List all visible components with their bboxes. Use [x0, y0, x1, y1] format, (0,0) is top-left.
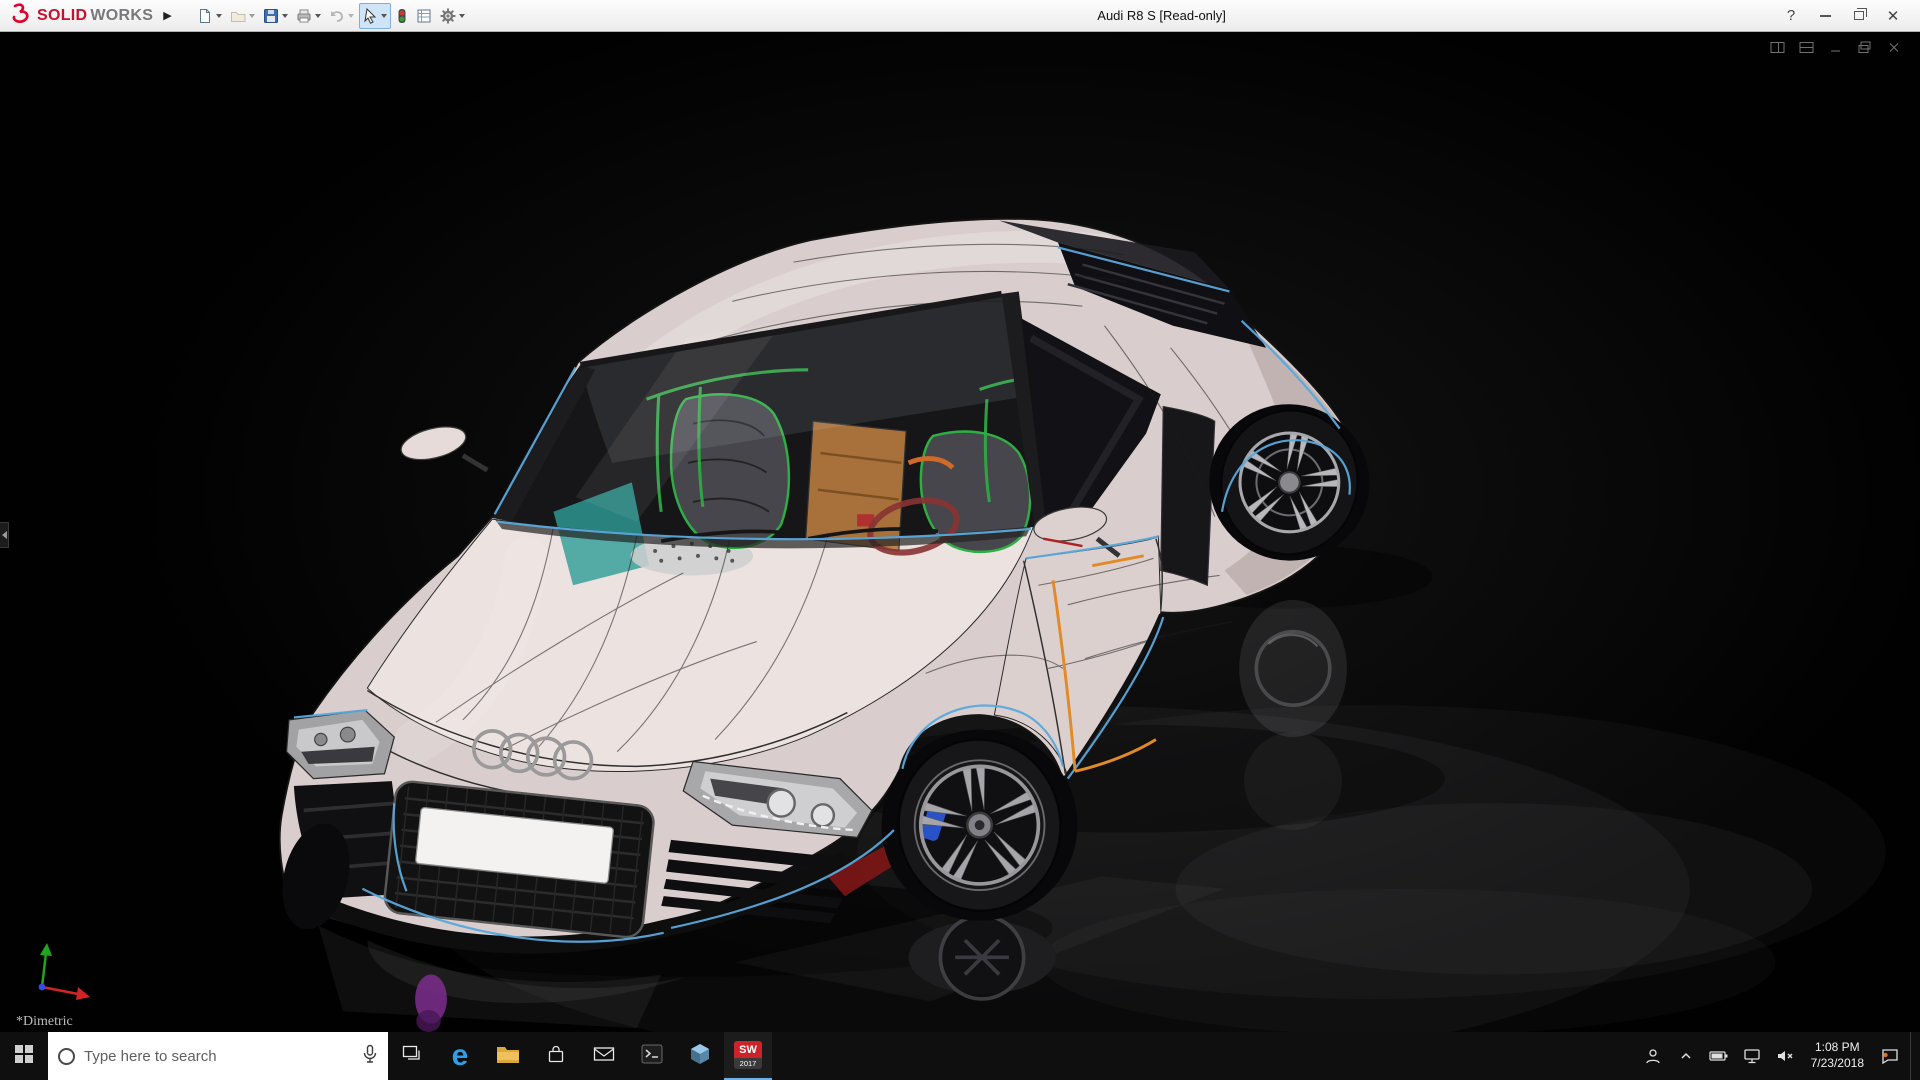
windows-logo-icon — [15, 1044, 33, 1068]
store-bag-icon — [546, 1044, 566, 1069]
open-button[interactable] — [227, 3, 258, 29]
doc-close-button[interactable] — [1884, 39, 1904, 55]
reference-triad — [26, 937, 98, 1006]
task-view-button[interactable] — [388, 1032, 436, 1080]
side-mirror-left — [400, 426, 489, 473]
network-icon[interactable] — [1739, 1036, 1765, 1076]
desktop: { "titlebar": { "brand": { "solid": "SOL… — [0, 0, 1920, 1080]
view-orientation-label: *Dimetric — [16, 1014, 73, 1029]
quick-toolbar — [180, 2, 468, 29]
printer-icon — [296, 8, 312, 24]
taskbar-search[interactable] — [48, 1032, 388, 1080]
clock-time: 1:08 PM — [1814, 1040, 1860, 1055]
edrawings-cube-icon — [689, 1043, 711, 1070]
volume-muted-icon[interactable] — [1772, 1036, 1798, 1076]
file-properties-button[interactable] — [413, 3, 435, 29]
dassault-swoosh-icon — [10, 2, 34, 29]
new-document-icon — [197, 8, 213, 24]
new-document-button[interactable] — [194, 3, 225, 29]
window-title: Audi R8 S [Read-only] — [1097, 8, 1226, 23]
doc-pane-button[interactable] — [1768, 39, 1788, 55]
brand-works-text: WORKS — [90, 6, 154, 24]
doc-minimize-button[interactable] — [1826, 39, 1846, 55]
clock-date: 7/23/2018 — [1810, 1056, 1864, 1070]
gear-icon — [440, 8, 456, 24]
console-icon — [641, 1044, 663, 1069]
file-explorer-icon — [496, 1044, 520, 1069]
graphics-area[interactable]: *Dimetric — [0, 32, 1920, 1032]
doc-split-button[interactable] — [1797, 39, 1817, 55]
save-floppy-icon — [263, 8, 279, 24]
console-button[interactable] — [628, 1032, 676, 1080]
solidworks-app-button[interactable]: SW 2017 — [724, 1032, 772, 1080]
sw-tile-text: SW — [734, 1041, 762, 1058]
restore-button[interactable] — [1844, 3, 1874, 29]
minimize-button[interactable] — [1810, 3, 1840, 29]
solidworks-logo: SOLID WORKS — [0, 2, 159, 29]
rebuild-button[interactable] — [393, 3, 411, 29]
system-tray: 1:08 PM 7/23/2018 — [1640, 1032, 1920, 1080]
edge-button[interactable]: e — [436, 1032, 484, 1080]
file-properties-icon — [416, 8, 432, 24]
sw-tile-year: 2017 — [734, 1058, 762, 1069]
brand-solid-text: SOLID — [37, 6, 88, 24]
search-input[interactable] — [84, 1047, 353, 1065]
document-window-controls — [1768, 39, 1904, 55]
doc-restore-button[interactable] — [1855, 39, 1875, 55]
show-desktop-button[interactable] — [1910, 1032, 1916, 1080]
edge-icon: e — [451, 1039, 469, 1072]
minimize-icon — [1819, 14, 1831, 17]
mail-button[interactable] — [580, 1032, 628, 1080]
chevron-left-icon — [1, 531, 7, 539]
open-folder-icon — [230, 8, 246, 24]
help-button[interactable]: ? — [1776, 3, 1806, 29]
task-view-icon — [402, 1045, 422, 1068]
select-cursor-icon — [363, 7, 378, 24]
restore-icon — [1854, 8, 1867, 20]
window-controls: ? ✕ — [1776, 3, 1920, 29]
battery-icon[interactable] — [1706, 1036, 1732, 1076]
edrawings-button[interactable] — [676, 1032, 724, 1080]
people-button[interactable] — [1640, 1036, 1666, 1076]
select-tool-button[interactable] — [358, 2, 391, 29]
tray-clock[interactable]: 1:08 PM 7/23/2018 — [1805, 1040, 1870, 1071]
taskbar: e SW 2017 — [0, 1032, 1920, 1080]
model-canvas[interactable] — [0, 32, 1920, 1032]
undo-button[interactable] — [326, 3, 357, 29]
options-button[interactable] — [437, 3, 468, 29]
close-button[interactable]: ✕ — [1878, 3, 1908, 29]
undo-arrow-icon — [329, 8, 345, 24]
cortana-icon — [58, 1047, 75, 1065]
start-button[interactable] — [0, 1032, 48, 1080]
solidworks-app-icon: SW 2017 — [734, 1041, 762, 1069]
file-explorer-button[interactable] — [484, 1032, 532, 1080]
save-button[interactable] — [260, 3, 291, 29]
feature-panel-flyout-tab[interactable] — [0, 522, 9, 548]
rebuild-trafficlight-icon — [396, 8, 408, 24]
store-button[interactable] — [532, 1032, 580, 1080]
titlebar: SOLID WORKS ▶ Audi R8 S [Read-only] ? ✕ — [0, 0, 1920, 32]
menu-expand-arrow[interactable]: ▶ — [159, 9, 179, 22]
action-center-button[interactable] — [1877, 1036, 1903, 1076]
print-button[interactable] — [293, 3, 324, 29]
hidden-icons-chevron[interactable] — [1673, 1036, 1699, 1076]
microphone-icon[interactable] — [362, 1044, 378, 1069]
mail-envelope-icon — [593, 1045, 615, 1068]
